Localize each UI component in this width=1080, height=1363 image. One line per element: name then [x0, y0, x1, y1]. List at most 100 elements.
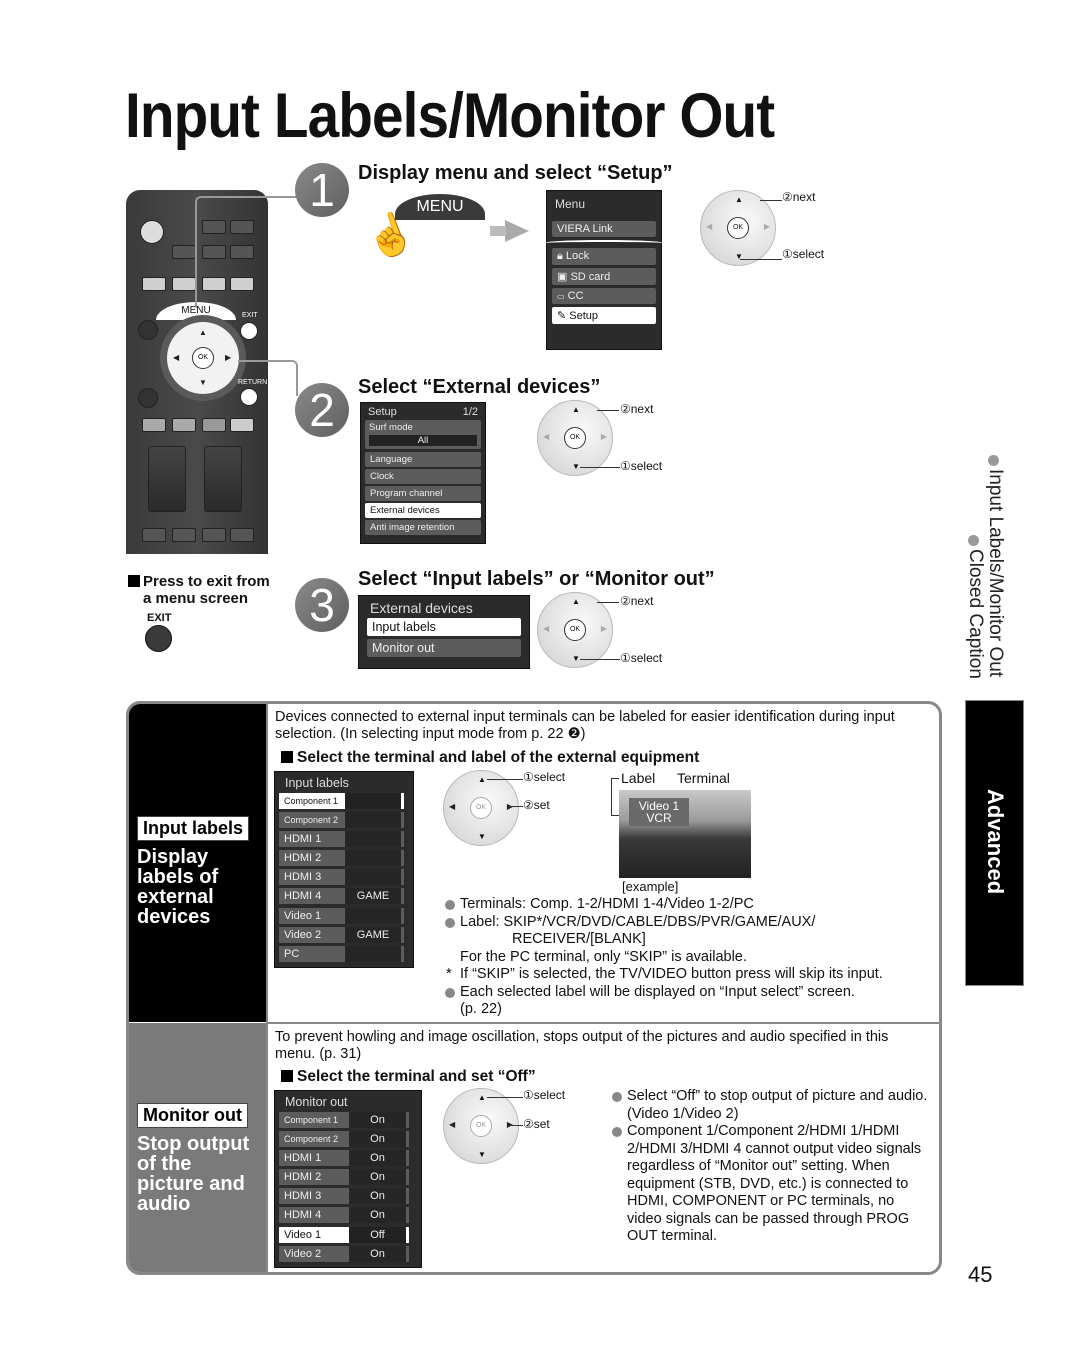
label-cell[interactable]: GAME: [345, 926, 404, 943]
arrow-left-icon: ◀: [543, 624, 550, 633]
surf-mode-value[interactable]: All: [369, 435, 477, 446]
input-labels-table: Input labels Component 1 Component 2 HDM…: [274, 771, 414, 968]
label-cell[interactable]: GAME: [345, 888, 404, 905]
table-header: Monitor out: [285, 1095, 348, 1109]
select-callout: ①select: [523, 1088, 566, 1102]
callout-line: [580, 467, 620, 468]
example-photo: Video 1 VCR: [619, 790, 751, 878]
terminal-cell: Component 1: [279, 793, 345, 809]
table-row[interactable]: HDMI 1: [279, 831, 409, 848]
value-cell[interactable]: On: [349, 1150, 409, 1167]
menu-item-input-labels[interactable]: Input labels: [367, 618, 521, 636]
ok-button: OK: [470, 1115, 492, 1137]
table-row[interactable]: HDMI 2 On: [279, 1169, 417, 1186]
label-cell[interactable]: [345, 831, 404, 848]
monitor-out-subheading: Select the terminal and set “Off”: [281, 1068, 536, 1086]
menu-item-lock[interactable]: 🔒︎ Lock: [552, 248, 656, 265]
external-devices-header: External devices: [367, 599, 521, 618]
menu-item-clock[interactable]: Clock: [365, 469, 481, 484]
menu-header-text: External devices: [370, 600, 473, 616]
table-row[interactable]: Video 2 GAME: [279, 926, 409, 943]
exit-note: Press to exit from a menu screen: [128, 573, 270, 607]
label-cell[interactable]: [345, 869, 404, 886]
arrow-right-icon: ▶: [763, 222, 770, 231]
callout-line: [580, 659, 620, 660]
menu-header-text: Menu: [555, 197, 586, 211]
value-cell[interactable]: On: [349, 1112, 409, 1128]
table-row[interactable]: HDMI 3: [279, 869, 409, 886]
value-cell[interactable]: On: [349, 1169, 409, 1186]
label-cell[interactable]: [345, 945, 404, 962]
monitor-out-table: Monitor out Component 1 On Component 2 On …: [274, 1090, 422, 1268]
ok-button: OK: [564, 427, 586, 449]
menu-item-external-devices[interactable]: External devices: [365, 503, 481, 518]
label-cell[interactable]: [345, 793, 404, 809]
set-callout: ②set: [523, 798, 550, 812]
table-row[interactable]: Component 2: [279, 812, 409, 829]
menu-item-anti-image-retention[interactable]: Anti image retention: [365, 520, 481, 535]
arrow-left-icon: ◀: [706, 222, 713, 231]
exit-note-line2: a menu screen: [143, 590, 249, 607]
dpad: OK ▲ ▼ ◀ ▶: [167, 322, 239, 394]
menu-item-label: VIERA Link: [557, 223, 613, 235]
example-terminal-caption: Terminal: [677, 770, 730, 786]
table-row[interactable]: Component 2 On: [279, 1131, 417, 1148]
table-row[interactable]: Component 1 On: [279, 1112, 417, 1128]
menu-item-surf-mode[interactable]: Surf mode All: [365, 420, 481, 449]
table-row[interactable]: Video 1: [279, 907, 409, 924]
nav-wheel: OK ▲ ▼ ◀ ▶: [700, 190, 776, 266]
menu-item-language[interactable]: Language: [365, 452, 481, 467]
terminal-cell: Video 1: [279, 1226, 349, 1243]
nav-wheel: OK ▲ ▼ ◀ ▶: [443, 1088, 519, 1164]
label-cell[interactable]: [345, 907, 404, 924]
table-row[interactable]: Video 1 Off: [279, 1226, 417, 1243]
value-cell[interactable]: On: [349, 1245, 409, 1262]
external-devices-screen: External devices Input labels Monitor ou…: [358, 595, 530, 669]
table-row[interactable]: HDMI 3 On: [279, 1188, 417, 1205]
menu-item-cc[interactable]: ▭ CC: [552, 288, 656, 304]
asterisk-icon: *: [446, 966, 452, 982]
menu-item-monitor-out[interactable]: Monitor out: [367, 639, 521, 657]
menu-item-viera-link[interactable]: VIERA Link: [552, 221, 656, 237]
table-row[interactable]: HDMI 4 GAME: [279, 888, 409, 905]
value-cell[interactable]: On: [349, 1188, 409, 1205]
table-row[interactable]: HDMI 1 On: [279, 1150, 417, 1167]
label-cell[interactable]: [345, 850, 404, 867]
arrow-right-icon: ▶: [225, 353, 232, 362]
remote-button: [142, 418, 166, 432]
setup-icon: ✎: [557, 310, 567, 322]
table-row[interactable]: PC: [279, 945, 409, 962]
arrow-left-icon: ◀: [449, 802, 456, 811]
step-1-badge: 1: [295, 163, 349, 217]
table-row[interactable]: Video 2 On: [279, 1245, 417, 1262]
table-row[interactable]: HDMI 4 On: [279, 1207, 417, 1224]
square-bullet-icon: [128, 575, 140, 587]
menu-item-label: CC: [567, 290, 584, 302]
sd-card-icon: ▣: [557, 271, 568, 283]
menu-item-label: Surf mode: [369, 422, 413, 433]
menu-item-label: Lock: [565, 250, 590, 262]
side-topic-1: Input Labels/Monitor Out: [985, 469, 1006, 678]
remote-button: [202, 528, 226, 542]
table-row[interactable]: Component 1: [279, 793, 409, 809]
menu-header-text: Setup: [368, 406, 397, 418]
next-callout: ②next: [782, 190, 816, 204]
select-callout: ①select: [620, 459, 663, 473]
arrow-right-icon: ▶: [600, 432, 607, 441]
terminal-cell: Component 2: [279, 812, 345, 829]
menu-item-sd-card[interactable]: ▣ SD card: [552, 268, 656, 285]
arrow-right-icon: [505, 220, 529, 242]
setup-menu-screen: Setup 1/2 Surf mode All Language Clock Pr…: [360, 402, 486, 544]
label-cell[interactable]: [345, 812, 404, 829]
value-cell[interactable]: On: [349, 1207, 409, 1224]
lock-icon: 🔒︎: [557, 250, 563, 262]
value-cell[interactable]: Off: [349, 1226, 409, 1243]
input-labels-sidebar: Input labels Display labels of external …: [129, 704, 266, 1022]
table-row[interactable]: HDMI 2: [279, 850, 409, 867]
menu-item-setup[interactable]: ✎ Setup: [552, 307, 656, 324]
ok-button: OK: [564, 619, 586, 641]
arrow-down-icon: ▼: [572, 462, 580, 471]
terminal-cell: HDMI 3: [279, 1188, 349, 1205]
value-cell[interactable]: On: [349, 1131, 409, 1148]
menu-item-program-channel[interactable]: Program channel: [365, 486, 481, 501]
